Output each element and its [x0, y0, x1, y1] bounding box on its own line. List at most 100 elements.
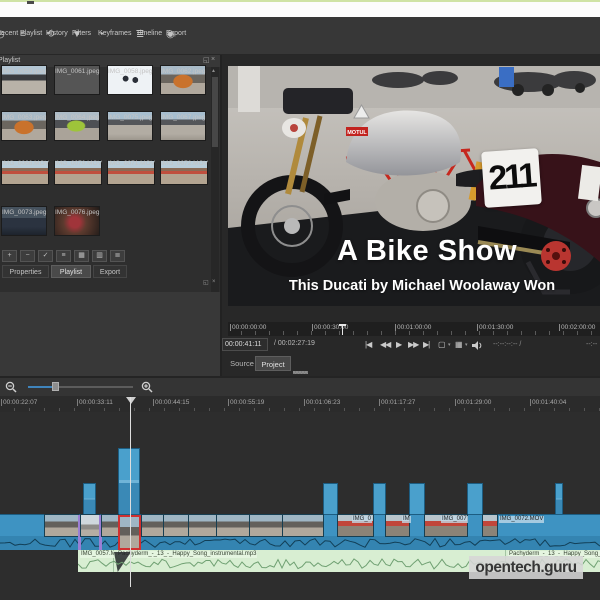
clip-label: IMG_0 [352, 516, 372, 523]
rewind-button[interactable]: ◀◀ [380, 339, 390, 351]
filename: IMG_0071.MOV [108, 160, 155, 167]
timecode-field[interactable]: 00:00:41:11 [222, 338, 268, 351]
splitter-handle[interactable] [293, 371, 308, 374]
dock-tabs: Properties Playlist Export [0, 265, 220, 279]
tab-source[interactable]: Source [226, 356, 258, 371]
filename: IMG_0063.jpeg [2, 114, 46, 121]
timeline-playhead[interactable] [126, 397, 136, 404]
overlay-title: A Bike Show [254, 235, 600, 268]
menu-glyph [27, 1, 34, 4]
motorcycle-scene: MOTUL [228, 66, 600, 306]
timeline-clip[interactable] [102, 515, 118, 536]
timeline-playhead-line[interactable] [130, 397, 131, 587]
timeline-toolbar [0, 378, 600, 396]
filename: IMG_0075.jpeg [108, 114, 152, 121]
grid-button[interactable]: ▦ [455, 339, 462, 351]
timeline-clip[interactable] [483, 515, 497, 536]
timeline-ruler[interactable]: 00:00:22:07 00:00:33:11 00:00:44:15 00:0… [0, 396, 600, 412]
video-frame: MOTUL 211 A Bike Show This Ducati by Mic… [228, 66, 600, 306]
add-button[interactable]: + [2, 250, 17, 262]
timeline-tick: 00:00:55:19 [228, 399, 264, 406]
remove-button[interactable]: − [20, 250, 35, 262]
player-ruler[interactable]: 00:00:00:00 00:00:30:00 00:01:00:00 00:0… [228, 322, 600, 336]
timeline-tick: 00:00:22:07 [1, 399, 37, 406]
recent-label: Recent [0, 29, 18, 38]
tank-sticker-text: MOTUL [347, 130, 367, 136]
filename: IMG_0059.jpeg [2, 68, 46, 75]
filename: IMG_0076.jpeg [55, 209, 99, 216]
ruler-tick: 00:00:00:00 [230, 324, 266, 331]
clip-label: IM [402, 516, 411, 523]
scroll-up-icon[interactable]: ▲ [211, 67, 216, 75]
race-number-plate: 211 [481, 148, 542, 208]
filename: IMG_0061.jpeg [55, 68, 99, 75]
timeline-clip[interactable] [45, 515, 78, 536]
side-plate [578, 165, 600, 201]
playlist-panel-title: Playlist [0, 57, 20, 64]
audio-peak-clip[interactable] [83, 483, 96, 515]
timeline-zoom-slider-fill [28, 386, 54, 388]
selected-duration: --:--:--:-- / [493, 341, 521, 348]
timeline-tick: 00:00:44:15 [153, 399, 189, 406]
playlist-panel: Playlist ◱ × IMG_0059.jpeg IMG_0061.jpeg… [0, 55, 220, 310]
overlay-subtitle: This Ducati by Michael Woolaway Won [244, 278, 600, 294]
tab-properties[interactable]: Properties [2, 265, 49, 278]
filters-label: Filters [72, 29, 91, 38]
filename: IMG_0064.jpeg [55, 114, 99, 121]
player-playhead-line[interactable] [342, 325, 343, 335]
playlist-menu-button[interactable]: ≣ [110, 250, 125, 262]
zoom-fit-caret-icon[interactable]: ▾ [448, 342, 451, 348]
fast-forward-button[interactable]: ▶▶ [408, 339, 418, 351]
history-label: History [46, 29, 68, 38]
main-toolbar: ◷ Recent ≡ Playlist ⟲ History ▼ Filters … [0, 17, 600, 55]
audio-peak-clip[interactable] [555, 483, 563, 515]
timeline-tick: 00:01:29:00 [455, 399, 491, 406]
view-tiles-button[interactable]: ▦ [74, 250, 89, 262]
panel-undock-icon[interactable]: ◱ [203, 279, 209, 286]
empty-dock-area [0, 292, 220, 378]
timeline-tick: 00:01:06:23 [304, 399, 340, 406]
zoom-out-icon[interactable] [5, 381, 17, 393]
selected-duration-2: --:-- [586, 341, 597, 348]
volume-icon[interactable] [472, 341, 482, 350]
grid-caret-icon[interactable]: ▾ [465, 342, 468, 348]
filename: IMG_0067.jpeg [161, 114, 205, 121]
zoom-in-icon[interactable] [141, 381, 153, 393]
skip-start-button[interactable]: |◀ [365, 339, 371, 351]
timeline-tick: 00:01:17:27 [379, 399, 415, 406]
timeline-zoom-slider-handle[interactable] [52, 382, 59, 391]
tab-playlist[interactable]: Playlist [51, 265, 91, 278]
skip-end-button[interactable]: ▶| [423, 339, 429, 351]
view-icons-button[interactable]: ▥ [92, 250, 107, 262]
view-details-button[interactable]: ≡ [56, 250, 71, 262]
tab-export[interactable]: Export [93, 265, 127, 278]
shotcut-window: ◷ Recent ≡ Playlist ⟲ History ▼ Filters … [0, 0, 600, 600]
update-button[interactable]: ✓ [38, 250, 53, 262]
tab-project[interactable]: Project [255, 356, 291, 371]
close-icon[interactable]: × [211, 56, 215, 63]
filename: IMG_0058.jpeg [108, 68, 152, 75]
ruler-tick: 00:01:00:00 [395, 324, 431, 331]
audio-peak-clip[interactable] [118, 448, 140, 515]
watermark: opentech.guru [469, 556, 583, 579]
menubar-strip [0, 2, 600, 17]
video-track-waveform-strip [0, 536, 600, 550]
panel-close-icon[interactable]: × [212, 279, 216, 285]
scrollbar-thumb[interactable] [212, 77, 218, 147]
timeline-clip[interactable] [142, 515, 323, 536]
filename: IMG_0066.MOV [2, 160, 49, 167]
playlist-label: Playlist [20, 29, 42, 38]
undock-icon[interactable]: ◱ [203, 56, 210, 64]
video-track-v1[interactable]: IMG_0 IM IMG_007 IMG_0072.MOV [0, 514, 600, 550]
clip-label: IMG_007 [441, 516, 468, 523]
timeline-clip[interactable] [81, 515, 99, 536]
clip-label: IMG_0072.MOV [499, 516, 544, 523]
player-panel: MOTUL 211 A Bike Show This Ducati by Mic… [222, 55, 600, 378]
filename: IMG_0073.jpeg [2, 209, 46, 216]
zoom-fit-button[interactable]: ▢ [438, 339, 445, 351]
play-button[interactable]: ▶ [396, 339, 401, 351]
filename: IMG_0062.jpeg [161, 68, 205, 75]
duration-label: / 00:02:27:19 [274, 340, 315, 347]
ruler-tick: 00:02:00:00 [559, 324, 595, 331]
player-controls: 00:00:41:11 / 00:02:27:19 |◀ ◀◀ ▶ ▶▶ ▶| … [222, 338, 600, 354]
